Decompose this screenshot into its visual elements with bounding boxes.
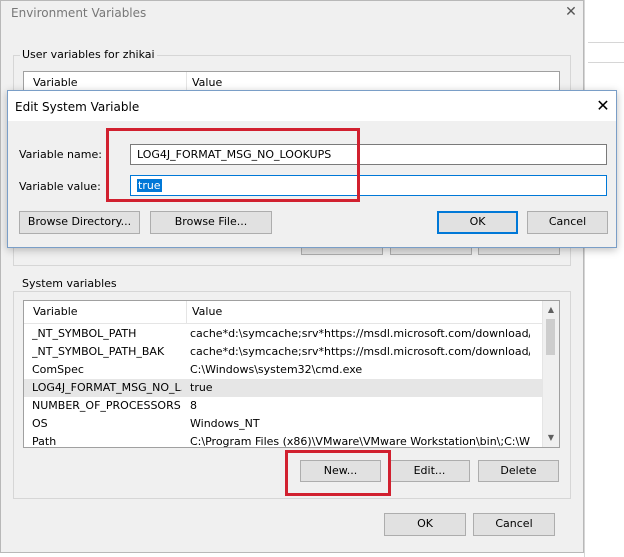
ok-button[interactable]: OK xyxy=(384,513,466,536)
variable-cell: ComSpec xyxy=(32,363,84,376)
variable-cell: NUMBER_OF_PROCESSORS xyxy=(32,399,181,412)
variable-cell: LOG4J_FORMAT_MSG_NO_L... xyxy=(32,381,182,394)
background-divider xyxy=(588,62,624,63)
variable-cell: _NT_SYMBOL_PATH xyxy=(32,327,137,340)
dialog-title: Edit System Variable xyxy=(15,100,140,114)
vertical-scrollbar[interactable]: ▲ ▼ xyxy=(542,301,559,447)
system-variables-label: System variables xyxy=(20,277,119,290)
value-cell: cache*d:\symcache;srv*https://msdl.micro… xyxy=(190,345,530,358)
column-header-variable[interactable]: Variable xyxy=(33,76,78,89)
variable-value-label: Variable value: xyxy=(19,180,101,193)
new-button-highlight-box xyxy=(285,450,391,496)
table-row[interactable]: ComSpec C:\Windows\system32\cmd.exe xyxy=(24,361,542,379)
value-cell: Windows_NT xyxy=(190,417,260,430)
value-cell: C:\Program Files (x86)\VMware\VMware Wor… xyxy=(190,435,530,448)
column-header-value[interactable]: Value xyxy=(192,76,222,89)
close-icon[interactable]: ✕ xyxy=(561,1,581,23)
table-row[interactable]: OS Windows_NT xyxy=(24,415,542,433)
scroll-down-icon[interactable]: ▼ xyxy=(546,433,556,443)
value-cell: 8 xyxy=(190,399,197,412)
system-variables-list[interactable]: Variable Value _NT_SYMBOL_PATH cache*d:\… xyxy=(23,300,560,448)
dialog-cancel-button[interactable]: Cancel xyxy=(527,211,608,234)
dialog-ok-button[interactable]: OK xyxy=(437,211,518,234)
browse-directory-button[interactable]: Browse Directory... xyxy=(19,211,140,234)
table-row-selected[interactable]: LOG4J_FORMAT_MSG_NO_L... true xyxy=(24,379,542,397)
table-row[interactable]: NUMBER_OF_PROCESSORS 8 xyxy=(24,397,542,415)
cancel-button[interactable]: Cancel xyxy=(473,513,555,536)
user-variables-label: User variables for zhikai xyxy=(20,48,157,61)
scroll-thumb[interactable] xyxy=(546,319,555,355)
fields-highlight-box xyxy=(106,128,360,202)
variable-name-label: Variable name: xyxy=(19,148,102,161)
value-cell: C:\Windows\system32\cmd.exe xyxy=(190,363,363,376)
variable-cell: OS xyxy=(32,417,48,430)
edit-button[interactable]: Edit... xyxy=(389,460,470,482)
table-row[interactable]: _NT_SYMBOL_PATH_BAK cache*d:\symcache;sr… xyxy=(24,343,542,361)
value-cell: cache*d:\symcache;srv*https://msdl.micro… xyxy=(190,327,530,340)
table-row[interactable]: _NT_SYMBOL_PATH cache*d:\symcache;srv*ht… xyxy=(24,325,542,343)
column-header-value[interactable]: Value xyxy=(192,305,222,318)
scroll-up-icon[interactable]: ▲ xyxy=(546,305,556,315)
background-app-strip xyxy=(584,0,624,557)
list-header: Variable Value xyxy=(24,301,559,324)
variable-cell: _NT_SYMBOL_PATH_BAK xyxy=(32,345,165,358)
window-title: Environment Variables xyxy=(11,6,147,20)
value-cell: true xyxy=(190,381,213,394)
variable-cell: Path xyxy=(32,435,57,448)
browse-file-button[interactable]: Browse File... xyxy=(150,211,272,234)
table-row[interactable]: Path C:\Program Files (x86)\VMware\VMwar… xyxy=(24,433,542,451)
column-header-variable[interactable]: Variable xyxy=(33,305,78,318)
background-divider xyxy=(588,42,624,43)
close-icon[interactable]: ✕ xyxy=(592,95,614,117)
delete-button[interactable]: Delete xyxy=(478,460,559,482)
